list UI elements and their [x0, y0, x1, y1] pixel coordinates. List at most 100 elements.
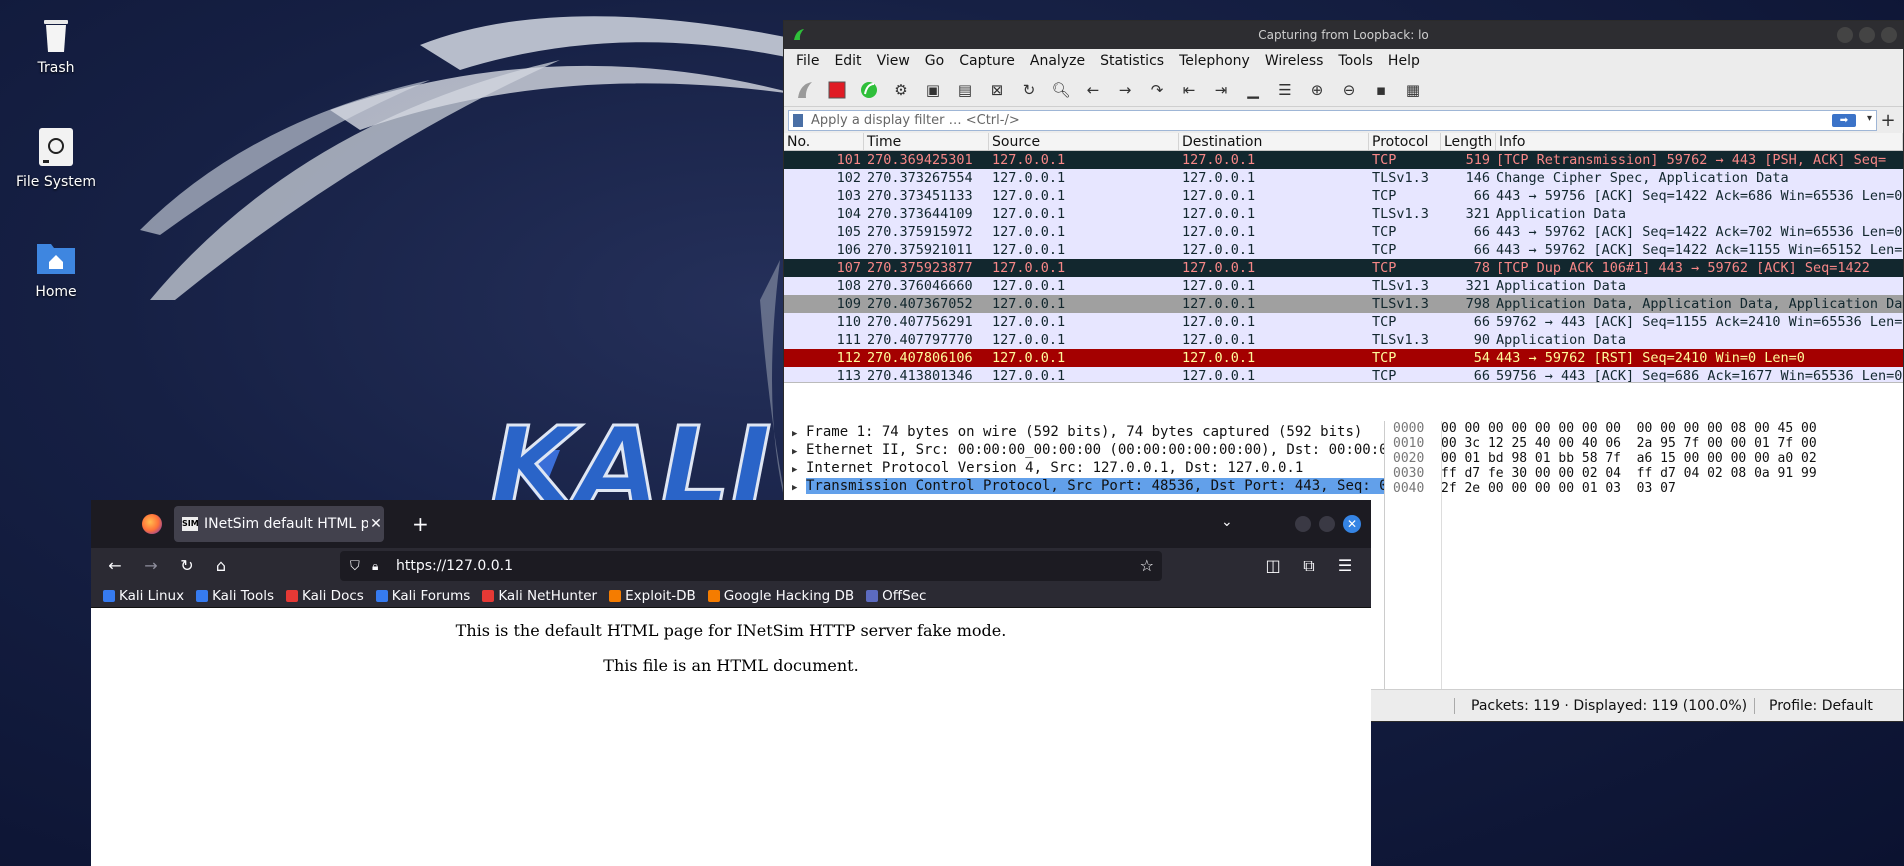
close-window-button[interactable]: ✕ [1343, 515, 1361, 533]
menu-tools[interactable]: Tools [1338, 53, 1373, 69]
normal-size-icon[interactable]: ▪ [1370, 79, 1392, 101]
maximize-button[interactable] [1859, 27, 1875, 43]
menu-telephony[interactable]: Telephony [1179, 53, 1250, 69]
detail-row-tcp[interactable]: ▶ Transmission Control Protocol, Src Port… [784, 477, 1384, 495]
autoscroll-icon[interactable]: ▁ [1242, 79, 1264, 101]
pocket-icon[interactable]: ◫ [1263, 556, 1283, 575]
list-all-tabs-icon[interactable]: ⌄ [1221, 514, 1233, 530]
col-no[interactable]: No. [784, 133, 864, 150]
go-forward-icon[interactable]: → [1114, 79, 1136, 101]
expand-arrow-icon[interactable]: ▶ [792, 443, 806, 459]
find-packet-icon[interactable]: 🔍︎ [1050, 79, 1072, 101]
packet-list[interactable]: 101 270.369425301 127.0.0.1 127.0.0.1 TCP 519… [784, 151, 1903, 383]
packet-row[interactable]: 105 270.375915972 127.0.0.1 127.0.0.1 TCP 66 4… [784, 223, 1903, 241]
go-to-packet-icon[interactable]: ↷ [1146, 79, 1168, 101]
packet-bytes-pane[interactable]: 0000 00 00 00 00 00 00 00 00 00 00 00 00 … [1384, 421, 1904, 691]
expand-arrow-icon[interactable]: ▶ [792, 425, 806, 441]
zoom-out-icon[interactable]: ⊖ [1338, 79, 1360, 101]
packet-row[interactable]: 106 270.375921011 127.0.0.1 127.0.0.1 TCP 66 4… [784, 241, 1903, 259]
detail-row-ethernet[interactable]: ▶ Ethernet II, Src: 00:00:00_00:00:00 (00… [784, 441, 1384, 459]
packet-row[interactable]: 107 270.375923877 127.0.0.1 127.0.0.1 TCP 78 [… [784, 259, 1903, 277]
minimize-button[interactable] [1295, 516, 1311, 532]
menu-analyze[interactable]: Analyze [1030, 53, 1085, 69]
lock-icon[interactable]: 🔒︎ [372, 559, 386, 574]
close-tab-icon[interactable]: ✕ [368, 516, 384, 532]
window-titlebar[interactable]: Capturing from Loopback: lo [784, 21, 1903, 49]
bookmark-star-icon[interactable]: ☆ [1140, 556, 1154, 575]
bookmark-item[interactable]: Kali Forums [375, 588, 470, 604]
col-time[interactable]: Time [864, 133, 989, 150]
detail-row-frame[interactable]: ▶ Frame 1: 74 bytes on wire (592 bits), 7… [784, 423, 1384, 441]
menu-statistics[interactable]: Statistics [1100, 53, 1164, 69]
url-bar[interactable]: ⛉ 🔒︎ https://127.0.0.1 ☆ [340, 551, 1162, 581]
col-protocol[interactable]: Protocol [1369, 133, 1441, 150]
menu-go[interactable]: Go [925, 53, 944, 69]
packet-row[interactable]: 102 270.373267554 127.0.0.1 127.0.0.1 TLSv1.… [784, 169, 1903, 187]
detail-row-ipv4[interactable]: ▶ Internet Protocol Version 4, Src: 127.0… [784, 459, 1384, 477]
packet-row[interactable]: 112 270.407806106 127.0.0.1 127.0.0.1 TCP 54 4… [784, 349, 1903, 367]
reload-file-icon[interactable]: ↻ [1018, 79, 1040, 101]
resize-columns-icon[interactable]: ▦ [1402, 79, 1424, 101]
capture-options-icon[interactable]: ⚙ [890, 79, 912, 101]
menu-icon[interactable]: ☰ [1335, 556, 1355, 575]
menu-wireless[interactable]: Wireless [1265, 53, 1324, 69]
go-first-packet-icon[interactable]: ⇤ [1178, 79, 1200, 101]
stop-capture-icon[interactable] [826, 79, 848, 101]
colorize-icon[interactable]: ☰ [1274, 79, 1296, 101]
start-capture-icon[interactable] [794, 79, 816, 101]
expand-arrow-icon[interactable]: ▶ [792, 479, 806, 495]
menu-help[interactable]: Help [1388, 53, 1420, 69]
menu-view[interactable]: View [877, 53, 910, 69]
bookmark-item[interactable]: Kali Docs [286, 588, 364, 604]
packet-row[interactable]: 104 270.373644109 127.0.0.1 127.0.0.1 TLSv1.… [784, 205, 1903, 223]
packet-row[interactable]: 113 270.413801346 127.0.0.1 127.0.0.1 TCP 66 5… [784, 367, 1903, 382]
minimize-button[interactable] [1837, 27, 1853, 43]
reload-icon[interactable]: ↻ [177, 556, 197, 575]
packet-row[interactable]: 110 270.407756291 127.0.0.1 127.0.0.1 TCP 66 5… [784, 313, 1903, 331]
extensions-icon[interactable]: ⧉ [1299, 556, 1319, 576]
add-filter-button[interactable]: + [1877, 110, 1899, 131]
go-last-packet-icon[interactable]: ⇥ [1210, 79, 1232, 101]
bookmark-item[interactable]: Exploit-DB [609, 588, 696, 604]
packet-row[interactable]: 101 270.369425301 127.0.0.1 127.0.0.1 TCP 519… [784, 151, 1903, 169]
packet-row[interactable]: 109 270.407367052 127.0.0.1 127.0.0.1 TLSv1.… [784, 295, 1903, 313]
firefox-view-icon[interactable] [142, 514, 162, 534]
apply-filter-icon[interactable]: ➡ [1832, 113, 1856, 127]
new-tab-button[interactable]: + [412, 512, 429, 536]
bookmark-item[interactable]: Kali Linux [103, 588, 184, 604]
close-button[interactable] [1881, 27, 1897, 43]
bookmark-item[interactable]: Google Hacking DB [707, 588, 854, 604]
go-back-icon[interactable]: ← [1082, 79, 1104, 101]
menu-file[interactable]: File [796, 53, 819, 69]
home-icon[interactable]: ⌂ [211, 556, 231, 575]
col-info[interactable]: Info [1496, 133, 1903, 150]
chevron-down-icon[interactable]: ▾ [1867, 113, 1872, 124]
tracking-shield-icon[interactable]: ⛉ [350, 559, 364, 574]
profile-selector[interactable]: Profile: Default [1769, 698, 1873, 714]
back-icon[interactable]: ← [105, 556, 125, 575]
zoom-in-icon[interactable]: ⊕ [1306, 79, 1328, 101]
packet-row[interactable]: 108 270.376046660 127.0.0.1 127.0.0.1 TLSv1.… [784, 277, 1903, 295]
bookmark-item[interactable]: Kali Tools [196, 588, 274, 604]
open-file-icon[interactable]: ▣ [922, 79, 944, 101]
col-source[interactable]: Source [989, 133, 1179, 150]
close-file-icon[interactable]: ⊠ [986, 79, 1008, 101]
save-file-icon[interactable]: ▤ [954, 79, 976, 101]
col-destination[interactable]: Destination [1179, 133, 1369, 150]
menu-capture[interactable]: Capture [959, 53, 1015, 69]
desktop-icon-home[interactable]: Home [6, 236, 106, 300]
packet-row[interactable]: 111 270.407797770 127.0.0.1 127.0.0.1 TLSv1.… [784, 331, 1903, 349]
bookmark-icon[interactable] [793, 113, 803, 127]
expand-arrow-icon[interactable]: ▶ [792, 461, 806, 477]
bookmark-item[interactable]: Kali NetHunter [482, 588, 597, 604]
maximize-button[interactable] [1319, 516, 1335, 532]
bookmark-item[interactable]: OffSec [866, 588, 926, 604]
display-filter-input[interactable]: Apply a display filter … <Ctrl-/> ➡ ▾ [788, 109, 1877, 131]
desktop-icon-trash[interactable]: Trash [6, 12, 106, 76]
menu-edit[interactable]: Edit [834, 53, 861, 69]
forward-icon[interactable]: → [141, 556, 161, 575]
col-length[interactable]: Length [1441, 133, 1496, 150]
restart-capture-icon[interactable] [858, 79, 880, 101]
desktop-icon-file-system[interactable]: File System [6, 126, 106, 190]
packet-row[interactable]: 103 270.373451133 127.0.0.1 127.0.0.1 TCP 66 4… [784, 187, 1903, 205]
